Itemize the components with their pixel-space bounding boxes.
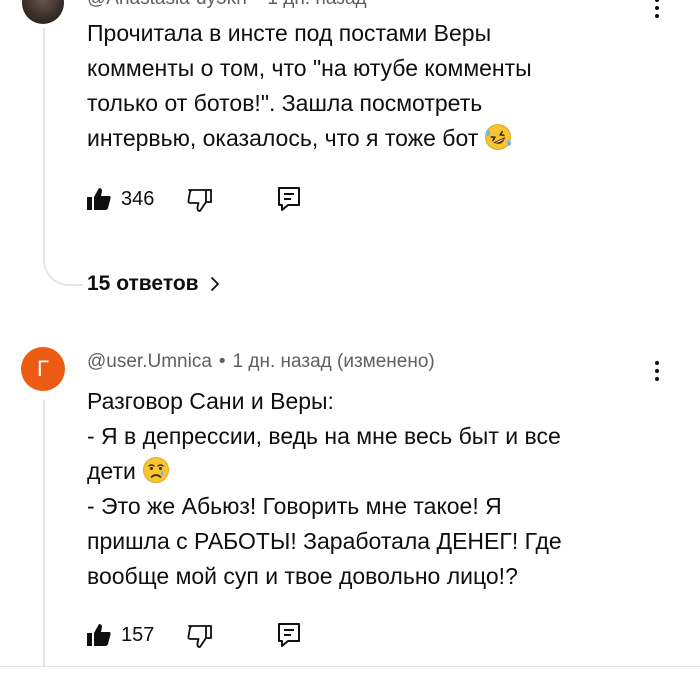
comment-line: интервью, оказалось, что я тоже бот: [87, 125, 479, 151]
like-icon[interactable]: [86, 186, 112, 212]
comment-author[interactable]: @Anastasia-dy5kn: [87, 0, 247, 9]
comment-line: только от ботов!". Зашла посмотреть: [87, 90, 483, 116]
more-options-icon[interactable]: [645, 357, 669, 385]
chevron-right-icon: [210, 277, 219, 291]
reply-thread-line: [43, 28, 45, 234]
reply-thread-curve: [43, 232, 83, 286]
comment-text: Разговор Сани и Веры: - Я в депрессии, в…: [87, 384, 647, 594]
more-options-icon[interactable]: [645, 0, 669, 22]
comment-time[interactable]: 1 дн. назад (изменено): [233, 351, 435, 372]
meta-separator: •: [218, 351, 226, 372]
comment-meta: @user.Umnica • 1 дн. назад (изменено): [87, 351, 435, 373]
dislike-icon[interactable]: [186, 186, 214, 214]
meta-separator: •: [254, 0, 261, 9]
comment-line: комменты о том, что "на ютубе комменты: [87, 55, 532, 81]
comment-author[interactable]: @user.Umnica: [87, 351, 212, 372]
crying-face-emoji-icon: [142, 457, 169, 483]
comment-line: - Я в депрессии, ведь на мне весь быт и …: [87, 423, 561, 449]
divider: [0, 666, 700, 667]
comment-thread-line: [43, 400, 45, 666]
comment-text: Прочитала в инсте под постами Веры комме…: [87, 16, 647, 156]
avatar-letter: Г: [37, 356, 49, 381]
comment-meta: @Anastasia-dy5kn • 1 дн. назад: [87, 0, 367, 10]
reply-icon[interactable]: [276, 185, 302, 213]
comment-line: - Это же Абьюз! Говорить мне такое! Я: [87, 493, 502, 519]
like-icon[interactable]: [86, 622, 112, 648]
view-replies-button[interactable]: 15 ответов: [87, 272, 221, 296]
comment-line: дети: [87, 458, 136, 484]
like-count: 346: [121, 188, 155, 210]
avatar[interactable]: Г: [21, 347, 65, 391]
like-count: 157: [121, 624, 155, 646]
comment-line: вообще мой суп и твое довольно лицо!?: [87, 563, 518, 589]
replies-count-label: 15 ответов: [87, 272, 199, 295]
rolling-laughing-emoji-icon: [485, 124, 512, 150]
avatar[interactable]: [22, 0, 64, 24]
comment-line: Разговор Сани и Веры:: [87, 388, 334, 414]
comment-line: Прочитала в инсте под постами Веры: [87, 20, 492, 46]
reply-icon[interactable]: [276, 621, 302, 649]
comment-time[interactable]: 1 дн. назад: [267, 0, 366, 9]
dislike-icon[interactable]: [186, 622, 214, 650]
comment-line: пришла с РАБОТЫ! Заработала ДЕНЕГ! Где: [87, 528, 562, 554]
